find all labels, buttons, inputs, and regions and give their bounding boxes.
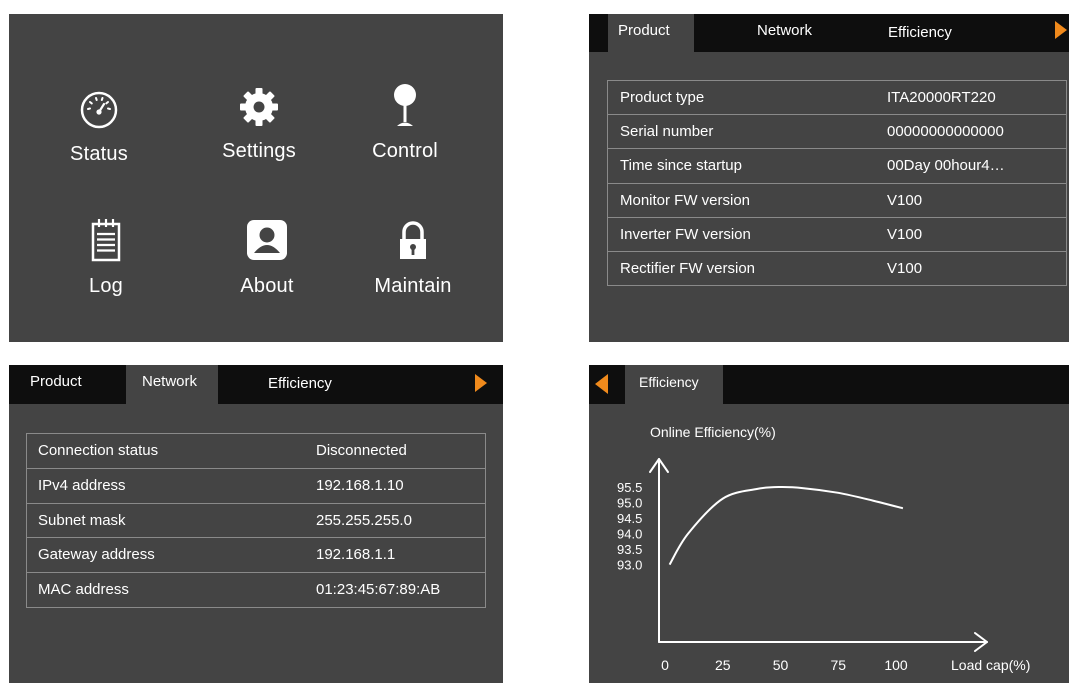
menu-item-about[interactable]: About bbox=[197, 217, 337, 298]
menu-item-settings[interactable]: Settings bbox=[189, 84, 329, 163]
x-axis-title: Load cap(%) bbox=[951, 657, 1030, 673]
row-value: V100 bbox=[887, 225, 923, 243]
row-label: Monitor FW version bbox=[620, 191, 751, 209]
row-value: 255.255.255.0 bbox=[316, 511, 412, 529]
y-tick-label: 93.5 bbox=[617, 542, 642, 557]
menu-item-log[interactable]: Log bbox=[36, 217, 176, 298]
menu-label-status: Status bbox=[70, 143, 128, 165]
tab-network[interactable]: Network bbox=[126, 365, 218, 404]
row-value: 00000000000000 bbox=[887, 123, 1004, 141]
joystick-icon bbox=[394, 84, 416, 126]
row-value: ITA20000RT220 bbox=[887, 89, 996, 106]
row-label: Connection status bbox=[38, 442, 159, 459]
row-value: 192.168.1.1 bbox=[316, 546, 396, 564]
tab-network[interactable]: Network bbox=[757, 14, 812, 52]
tab-product[interactable]: Product bbox=[30, 365, 82, 403]
tab-bar: Product Network Efficiency bbox=[9, 365, 503, 404]
previous-page-arrow-icon[interactable] bbox=[595, 374, 608, 394]
tab-bar: Efficiency bbox=[589, 365, 1069, 404]
row-value: V100 bbox=[887, 259, 923, 277]
y-tick-label: 95.0 bbox=[617, 496, 642, 511]
row-value: V100 bbox=[887, 191, 923, 209]
table-row: Connection status Disconnected bbox=[27, 434, 485, 469]
tab-efficiency[interactable]: Efficiency bbox=[268, 367, 332, 405]
row-label: Subnet mask bbox=[38, 511, 126, 529]
row-value: 192.168.1.10 bbox=[316, 476, 404, 494]
x-tick-label: 75 bbox=[830, 657, 846, 673]
row-label: IPv4 address bbox=[38, 476, 126, 494]
menu-label-control: Control bbox=[372, 140, 438, 162]
x-tick-label: 0 bbox=[661, 657, 669, 673]
efficiency-chart: Online Efficiency(%) Load cap(%) 95.595.… bbox=[617, 424, 1030, 673]
row-label: Rectifier FW version bbox=[620, 259, 756, 277]
log-notepad-icon bbox=[91, 219, 121, 262]
row-label: Inverter FW version bbox=[620, 225, 751, 243]
table-row: Subnet mask 255.255.255.0 bbox=[27, 504, 485, 539]
menu-item-status[interactable]: Status bbox=[29, 87, 169, 166]
menu-label-about: About bbox=[240, 275, 294, 297]
menu-item-control[interactable]: Control bbox=[335, 82, 475, 163]
row-label: Serial number bbox=[620, 123, 714, 141]
next-page-arrow-icon[interactable] bbox=[1055, 21, 1067, 39]
next-page-arrow-icon[interactable] bbox=[475, 374, 487, 392]
table-row: MAC address 01:23:45:67:89:AB bbox=[27, 573, 485, 607]
table-row: Time since startup 00Day 00hour4… bbox=[608, 149, 1066, 184]
y-tick-label: 94.5 bbox=[617, 511, 642, 526]
y-tick-label: 94.0 bbox=[617, 527, 642, 542]
tab-bar: Product Network Efficiency bbox=[589, 14, 1069, 52]
row-value: 00Day 00hour4… bbox=[887, 157, 1005, 175]
x-tick-label: 25 bbox=[715, 657, 731, 673]
speedometer-icon bbox=[80, 91, 118, 129]
row-label: Product type bbox=[620, 89, 705, 106]
product-info-table: Product type ITA20000RT220 Serial number… bbox=[607, 80, 1067, 287]
row-value: Disconnected bbox=[316, 442, 407, 459]
row-label: Gateway address bbox=[38, 546, 155, 564]
gear-icon bbox=[240, 88, 278, 126]
network-info-table: Connection status Disconnected IPv4 addr… bbox=[26, 433, 486, 608]
x-tick-label: 50 bbox=[773, 657, 789, 673]
menu-label-log: Log bbox=[89, 275, 123, 297]
table-row: Serial number 00000000000000 bbox=[608, 115, 1066, 150]
tab-efficiency[interactable]: Efficiency bbox=[625, 365, 723, 404]
efficiency-curve bbox=[668, 485, 904, 566]
x-tick-label: 100 bbox=[884, 657, 908, 673]
table-row: Gateway address 192.168.1.1 bbox=[27, 538, 485, 574]
network-info-screen: Product Network Efficiency Connection st… bbox=[9, 365, 503, 683]
y-axis-title: Online Efficiency(%) bbox=[650, 424, 776, 440]
row-label: MAC address bbox=[38, 581, 129, 599]
tab-efficiency[interactable]: Efficiency bbox=[888, 16, 952, 54]
menu-item-maintain[interactable]: Maintain bbox=[343, 219, 483, 298]
tab-product[interactable]: Product bbox=[608, 14, 694, 52]
row-label: Time since startup bbox=[620, 157, 742, 175]
efficiency-screen: Efficiency Online Efficiency(%) Load cap… bbox=[589, 365, 1069, 683]
table-row: Rectifier FW version V100 bbox=[608, 252, 1066, 285]
row-value: 01:23:45:67:89:AB bbox=[316, 581, 441, 599]
y-tick-label: 95.5 bbox=[617, 480, 642, 495]
table-row: Inverter FW version V100 bbox=[608, 218, 1066, 252]
padlock-icon bbox=[400, 221, 426, 259]
table-row: Product type ITA20000RT220 bbox=[608, 81, 1066, 116]
table-row: IPv4 address 192.168.1.10 bbox=[27, 469, 485, 504]
main-menu-screen: Status Settings Control Log About Mainta… bbox=[9, 14, 503, 342]
menu-label-maintain: Maintain bbox=[374, 275, 452, 297]
y-tick-label: 93.0 bbox=[617, 558, 642, 573]
product-info-screen: Product Network Efficiency Product type … bbox=[589, 14, 1069, 342]
person-icon bbox=[247, 220, 287, 260]
table-row: Monitor FW version V100 bbox=[608, 184, 1066, 218]
menu-label-settings: Settings bbox=[222, 140, 296, 162]
